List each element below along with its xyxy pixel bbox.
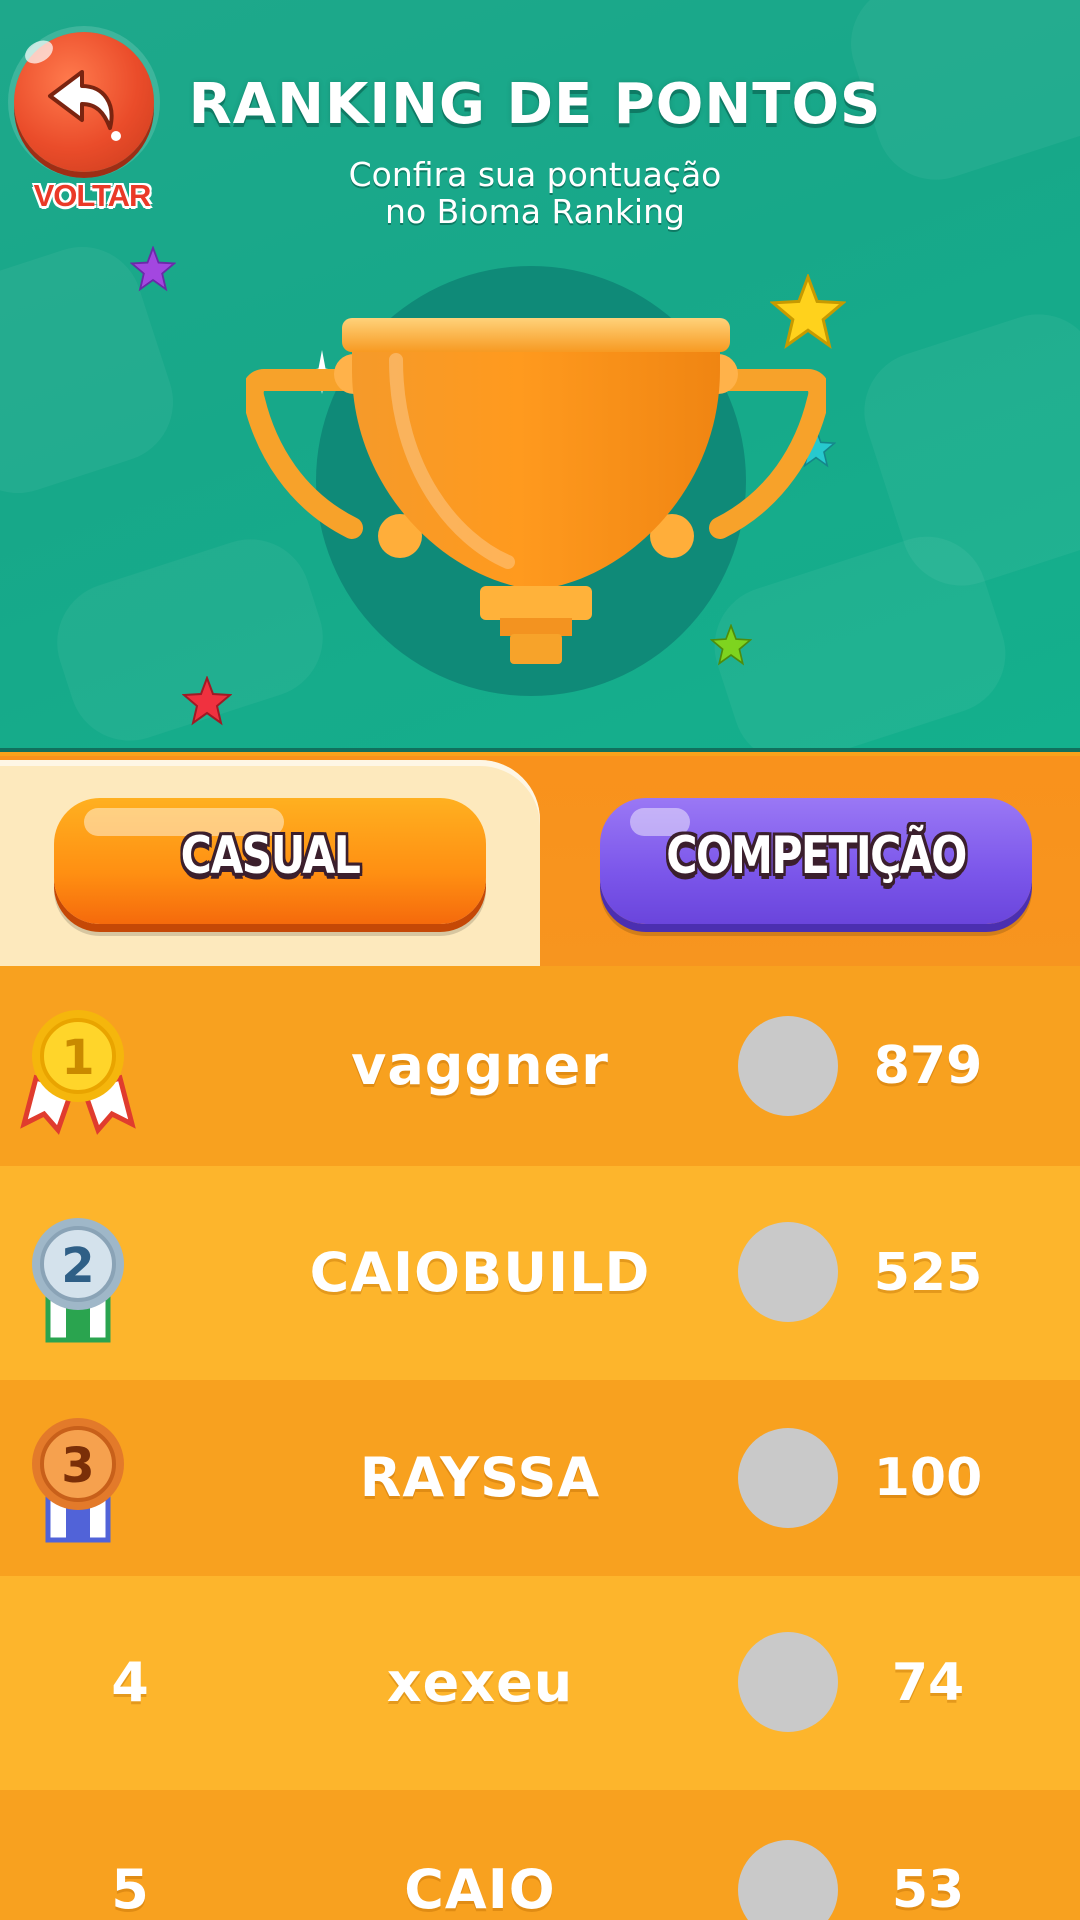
ranking-row: 3 RAYSSA 100: [0, 1380, 1080, 1576]
player-score: 74: [891, 1653, 965, 1713]
header: VOLTAR RANKING DE PONTOS Confira sua pon…: [0, 0, 1080, 752]
tab-competicao-label: COMPETIÇÃO: [666, 826, 967, 886]
gold-medal-icon: 1: [20, 1010, 136, 1135]
svg-text:1: 1: [61, 1030, 94, 1086]
player-avatar: [738, 1222, 838, 1322]
ranking-row: 4 xexeu 74: [0, 1576, 1080, 1790]
subtitle-line: Confira sua pontuação: [348, 155, 722, 194]
player-name: RAYSSA: [359, 1446, 601, 1509]
ranking-row: 2 CAIOBUILD 525: [0, 1166, 1080, 1380]
player-avatar: [738, 1840, 838, 1920]
page-subtitle: Confira sua pontuação no Bioma Ranking: [220, 156, 850, 230]
ranking-list: 1 vaggner 879 2 CAIOBUILD 525 3 RAYSSA 1…: [0, 966, 1080, 1920]
bronze-medal-icon: 3: [32, 1418, 124, 1543]
star-icon: [130, 246, 176, 292]
star-icon: [182, 676, 232, 726]
ranking-screen: VOLTAR RANKING DE PONTOS Confira sua pon…: [0, 0, 1080, 1920]
player-score: 53: [891, 1860, 965, 1920]
header-divider: [0, 748, 1080, 752]
tab-competicao[interactable]: COMPETIÇÃO: [600, 798, 1032, 924]
page-title: RANKING DE PONTOS: [188, 72, 882, 137]
tab-casual-label: CASUAL: [180, 826, 361, 886]
player-name: CAIOBUILD: [309, 1241, 651, 1304]
player-name: vaggner: [351, 1034, 609, 1097]
ranking-row: 5 CAIO 53: [0, 1790, 1080, 1920]
svg-text:2: 2: [61, 1238, 94, 1294]
rank-position: 4: [111, 1651, 149, 1714]
back-button[interactable]: [14, 32, 154, 172]
player-avatar: [738, 1016, 838, 1116]
subtitle-line: no Bioma Ranking: [385, 192, 685, 231]
ranking-row: 1 vaggner 879: [0, 966, 1080, 1166]
player-name: CAIO: [404, 1858, 556, 1920]
player-score: 525: [873, 1243, 983, 1303]
player-avatar: [738, 1632, 838, 1732]
back-button-label[interactable]: VOLTAR: [22, 178, 162, 214]
svg-text:3: 3: [61, 1438, 94, 1494]
player-avatar: [738, 1428, 838, 1528]
player-score: 100: [873, 1448, 983, 1508]
player-name: xexeu: [386, 1651, 574, 1714]
tab-casual[interactable]: CASUAL: [54, 798, 486, 924]
player-score: 879: [873, 1036, 983, 1096]
silver-medal-icon: 2: [32, 1218, 124, 1343]
trophy-icon: [246, 318, 826, 664]
rank-position: 5: [111, 1858, 149, 1920]
back-arrow-icon: [48, 70, 121, 141]
